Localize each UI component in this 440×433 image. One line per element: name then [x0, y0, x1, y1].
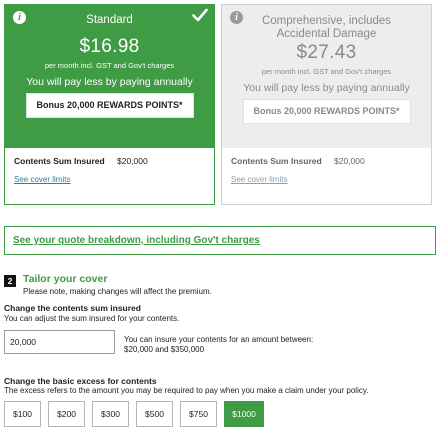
sum-insured-input[interactable]: [4, 330, 115, 354]
rewards-bonus: Bonus 20,000 REWARDS POINTS*: [25, 93, 194, 118]
quote-breakdown-panel: See your quote breakdown, including Gov'…: [4, 226, 436, 255]
step-subtitle: Please note, making changes will affect …: [23, 287, 212, 296]
excess-option-button[interactable]: $200: [48, 401, 85, 427]
excess-title: Change the basic excess for contents: [4, 376, 157, 386]
sum-range-note-line1: You can insure your contents for an amou…: [124, 335, 314, 344]
sum-insured-label: Contents Sum Insured: [231, 156, 322, 166]
annual-note: You will pay less by paying annually: [243, 82, 410, 94]
price-note: per month incl. GST and Gov't charges: [44, 61, 175, 70]
sum-range-note: You can insure your contents for an amou…: [124, 335, 313, 355]
info-icon[interactable]: i: [230, 11, 243, 24]
step-title: Tailor your cover: [23, 273, 108, 285]
plan-card-header: i Comprehensive, includes Accidental Dam…: [222, 5, 431, 148]
excess-options: $100 $200 $300 $500 $750 $1000: [4, 401, 271, 427]
sum-range-note-line2: $20,000 and $350,000: [124, 345, 205, 354]
info-icon[interactable]: i: [13, 11, 26, 24]
step-number: 2: [4, 275, 16, 287]
excess-option-button[interactable]: $300: [92, 401, 129, 427]
excess-option-button[interactable]: $1000: [224, 401, 264, 427]
plan-card-header: i Standard $16.98 per month incl. GST an…: [5, 5, 214, 148]
excess-option-button[interactable]: $750: [180, 401, 217, 427]
excess-option-button[interactable]: $500: [136, 401, 173, 427]
sum-insured-value: $20,000: [334, 156, 365, 166]
step-header: 2 Tailor your cover Please note, making …: [4, 273, 212, 296]
see-cover-limits-link[interactable]: See cover limits: [231, 175, 287, 184]
annual-note: You will pay less by paying annually: [26, 76, 193, 88]
price-note: per month incl. GST and Gov't charges: [261, 67, 392, 76]
plan-card-comprehensive[interactable]: i Comprehensive, includes Accidental Dam…: [221, 4, 432, 205]
rewards-bonus: Bonus 20,000 REWARDS POINTS*: [242, 99, 411, 124]
excess-option-button[interactable]: $100: [4, 401, 41, 427]
see-cover-limits-link[interactable]: See cover limits: [14, 175, 70, 184]
plan-name: Standard: [86, 14, 133, 26]
excess-subtitle: The excess refers to the amount you may …: [4, 386, 369, 395]
sum-insured-title: Change the contents sum insured: [4, 303, 141, 313]
plan-card-standard[interactable]: i Standard $16.98 per month incl. GST an…: [4, 4, 215, 205]
check-icon: [192, 8, 208, 22]
plan-price: $27.43: [296, 42, 357, 63]
plan-price: $16.98: [79, 36, 140, 57]
quote-breakdown-link[interactable]: See your quote breakdown, including Gov'…: [13, 235, 260, 246]
sum-insured-subtitle: You can adjust the sum insured for your …: [4, 314, 180, 323]
sum-insured-value: $20,000: [117, 156, 148, 166]
sum-insured-label: Contents Sum Insured: [14, 156, 105, 166]
plan-name: Comprehensive, includes Accidental Damag…: [261, 15, 392, 40]
